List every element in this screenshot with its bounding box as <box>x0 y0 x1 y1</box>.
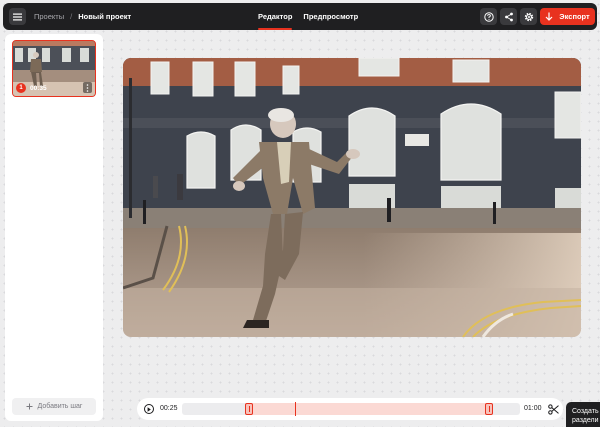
tooltip-line-2: раздели <box>572 417 599 424</box>
arrow-down-icon <box>545 12 553 21</box>
add-step-button[interactable]: Добавить шаг <box>12 398 96 415</box>
breadcrumb-separator: / <box>70 12 73 21</box>
breadcrumb-current-project: Новый проект <box>78 12 132 21</box>
export-label: Экспорт <box>559 12 590 21</box>
breadcrumb: Проекты / Новый проект <box>34 3 131 30</box>
tab-editor[interactable]: Редактор <box>258 3 293 30</box>
top-bar: Проекты / Новый проект Редактор Предпрос… <box>3 3 597 30</box>
share-icon <box>504 12 513 21</box>
trim-handle-right[interactable] <box>485 403 493 415</box>
mode-tabs: Редактор Предпросмотр <box>258 3 358 30</box>
step-more-button[interactable] <box>83 82 92 93</box>
play-button[interactable] <box>144 404 154 414</box>
timeline-start-time: 00:25 <box>160 405 178 412</box>
settings-button[interactable] <box>520 8 537 25</box>
add-step-label: Добавить шаг <box>37 403 83 410</box>
step-duration: 00:35 <box>30 85 47 92</box>
playhead[interactable] <box>295 402 297 416</box>
export-button[interactable]: Экспорт <box>540 8 595 25</box>
split-tooltip: Создать раздели <box>566 402 600 427</box>
scissors-icon <box>547 403 559 415</box>
gear-icon <box>524 12 533 21</box>
plus-icon <box>26 403 33 410</box>
help-button[interactable] <box>480 8 497 25</box>
video-preview[interactable] <box>123 58 581 337</box>
more-vertical-icon <box>86 83 89 92</box>
video-frame-image <box>123 58 581 337</box>
help-icon <box>483 11 494 22</box>
menu-button[interactable] <box>9 8 26 25</box>
step-number-badge: 1 <box>16 83 26 93</box>
steps-sidebar: 1 00:35 Добавить шаг <box>5 34 103 421</box>
step-thumbnail[interactable]: 1 00:35 <box>12 40 96 97</box>
timeline-selection[interactable] <box>245 403 493 415</box>
hamburger-icon <box>13 13 22 20</box>
tooltip-line-1: Создать <box>572 408 599 415</box>
split-button[interactable] <box>547 403 559 415</box>
trim-handle-left[interactable] <box>245 403 253 415</box>
breadcrumb-projects-link[interactable]: Проекты <box>34 12 64 21</box>
timeline-end-time: 01:00 <box>524 405 542 412</box>
tab-preview[interactable]: Предпросмотр <box>303 3 358 30</box>
timeline-bar: 00:25 01:00 <box>137 398 563 420</box>
play-icon <box>147 406 151 412</box>
timeline-track[interactable] <box>182 402 520 416</box>
share-button[interactable] <box>500 8 517 25</box>
